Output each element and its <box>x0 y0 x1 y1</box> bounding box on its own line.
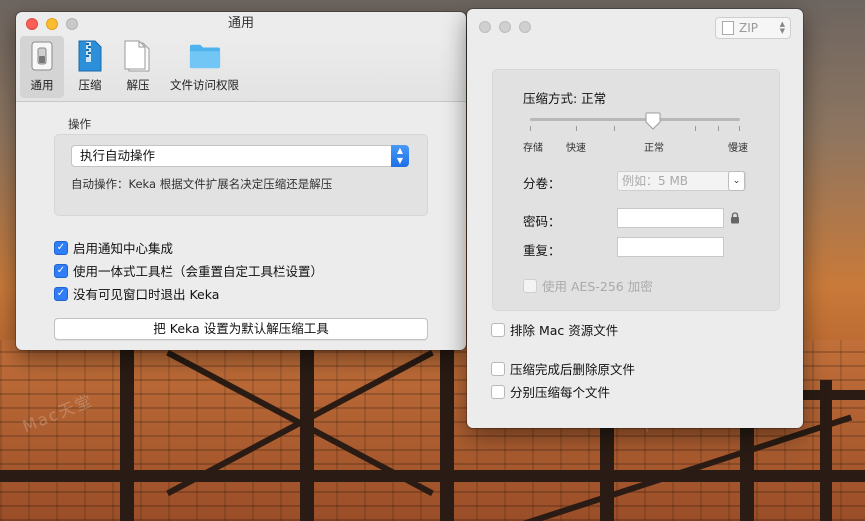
preferences-toolbar: 通用 压缩 解压 文件访问权限 <box>16 36 466 102</box>
zoom-button[interactable] <box>519 21 531 33</box>
exclude-mac-resource-checkbox[interactable]: 排除 Mac 资源文件 <box>491 320 618 339</box>
railing-post <box>120 350 134 521</box>
railing-post <box>440 350 454 521</box>
minimize-button[interactable] <box>46 18 58 30</box>
checkbox-box[interactable] <box>491 361 505 376</box>
preferences-window: 通用 通用 压缩 解压 文件访问权限 操作 执行自动操作 ▲ ▼ 自动操作：Ke… <box>16 12 466 350</box>
railing-post <box>300 350 314 521</box>
operation-group: 执行自动操作 ▲ ▼ 自动操作：Keka 根据文件扩展名决定压缩还是解压 <box>54 134 428 216</box>
tab-compress[interactable]: 压缩 <box>68 36 112 98</box>
operation-select-value: 执行自动操作 <box>80 148 156 163</box>
tab-label: 通用 <box>30 78 54 92</box>
general-pane: 操作 执行自动操作 ▲ ▼ 自动操作：Keka 根据文件扩展名决定压缩还是解压 ✓… <box>16 102 466 340</box>
zip-file-icon <box>74 39 106 73</box>
title-bar[interactable]: 通用 <box>16 12 466 36</box>
format-select[interactable]: ZIP ▲ ▼ <box>715 17 791 39</box>
railing-beam <box>803 390 865 400</box>
close-button[interactable] <box>479 21 491 33</box>
checkbox-box[interactable] <box>491 384 505 399</box>
repeat-password-field[interactable] <box>617 237 724 257</box>
aes-checkbox[interactable]: 使用 AES-256 加密 <box>523 276 653 295</box>
checkmark-icon[interactable]: ✓ <box>54 286 68 301</box>
checkbox-label: 没有可见窗口时退出 Keka <box>73 287 220 302</box>
tab-label: 解压 <box>126 78 150 92</box>
tab-file-access[interactable]: 文件访问权限 <box>164 36 245 98</box>
railing-post <box>820 380 832 521</box>
tick-label-slow: 慢速 <box>728 143 748 154</box>
slider-tick <box>739 126 740 131</box>
checkbox-box[interactable] <box>523 278 537 293</box>
chevron-updown-icon[interactable]: ▲ ▼ <box>391 145 409 167</box>
title-bar[interactable]: ZIP ▲ ▼ <box>467 9 803 49</box>
extract-document-icon <box>122 39 154 73</box>
tick-label-fast: 快速 <box>566 143 586 154</box>
password-field[interactable] <box>617 208 724 228</box>
operation-section-label: 操作 <box>68 117 91 131</box>
tick-label-store: 存储 <box>523 143 543 154</box>
compression-slider-thumb[interactable] <box>645 112 661 130</box>
format-value: ZIP <box>739 21 758 35</box>
tab-general[interactable]: 通用 <box>20 36 64 98</box>
password-label: 密码： <box>523 214 561 229</box>
checkbox-label: 启用通知中心集成 <box>73 241 174 256</box>
split-combo[interactable]: 例如：5 MB ⌄ <box>617 171 746 191</box>
slider-tick <box>576 126 577 131</box>
checkmark-icon[interactable]: ✓ <box>54 263 68 278</box>
notification-center-checkbox[interactable]: ✓ 启用通知中心集成 <box>54 236 428 259</box>
checkbox-label: 使用一体式工具栏（会重置自定工具栏设置） <box>73 264 324 279</box>
tab-extract[interactable]: 解压 <box>116 36 160 98</box>
compression-slider-track[interactable] <box>530 118 740 121</box>
repeat-label: 重复： <box>523 243 561 258</box>
compression-level-title: 压缩方式: 正常 <box>523 91 607 106</box>
delete-after-compress-checkbox[interactable]: 压缩完成后删除原文件 <box>491 359 635 378</box>
chevron-updown-icon: ▲ ▼ <box>779 20 785 35</box>
slider-tick <box>530 126 531 131</box>
tab-label: 文件访问权限 <box>170 78 239 92</box>
compress-separately-checkbox[interactable]: 分别压缩每个文件 <box>491 382 610 401</box>
railing-post <box>600 428 614 521</box>
checkmark-icon[interactable]: ✓ <box>54 240 68 255</box>
unified-toolbar-checkbox[interactable]: ✓ 使用一体式工具栏（会重置自定工具栏设置） <box>54 259 428 282</box>
lock-icon <box>731 212 739 224</box>
slider-tick <box>695 126 696 131</box>
general-switch-icon <box>26 39 58 73</box>
quit-no-window-checkbox[interactable]: ✓ 没有可见窗口时退出 Keka <box>54 282 428 305</box>
tab-label: 压缩 <box>78 78 102 92</box>
compression-options-panel: 压缩方式: 正常 存储 快速 正常 慢速 分卷： 例如：5 MB ⌄ 密码： 重… <box>492 69 780 311</box>
operation-help-text: 自动操作：Keka 根据文件扩展名决定压缩还是解压 <box>71 177 333 191</box>
slider-tick <box>718 126 719 131</box>
minimize-button[interactable] <box>499 21 511 33</box>
checkbox-label: 使用 AES-256 加密 <box>542 279 653 294</box>
checkbox-label: 分别压缩每个文件 <box>510 385 611 400</box>
zoom-button[interactable] <box>66 18 78 30</box>
railing-post <box>740 428 754 521</box>
slider-tick <box>614 126 615 131</box>
tick-label-normal: 正常 <box>644 143 664 154</box>
checkbox-box[interactable] <box>491 322 505 337</box>
checkbox-label: 排除 Mac 资源文件 <box>510 323 619 338</box>
checkbox-label: 压缩完成后删除原文件 <box>510 362 636 377</box>
split-placeholder: 例如：5 MB <box>622 174 689 188</box>
zip-file-icon <box>722 21 734 35</box>
chevron-down-icon[interactable]: ⌄ <box>728 171 745 191</box>
keka-main-window: ZIP ▲ ▼ 压缩方式: 正常 存储 快速 正常 慢速 分卷： 例如：5 MB … <box>467 9 803 428</box>
window-title: 通用 <box>227 16 254 31</box>
general-options: ✓ 启用通知中心集成 ✓ 使用一体式工具栏（会重置自定工具栏设置） ✓ 没有可见… <box>54 236 428 305</box>
close-button[interactable] <box>26 18 38 30</box>
operation-select[interactable]: 执行自动操作 ▲ ▼ <box>71 145 409 167</box>
folder-icon <box>189 39 221 73</box>
set-default-button[interactable]: 把 Keka 设置为默认解压缩工具 <box>54 318 428 340</box>
split-label: 分卷： <box>523 176 561 191</box>
